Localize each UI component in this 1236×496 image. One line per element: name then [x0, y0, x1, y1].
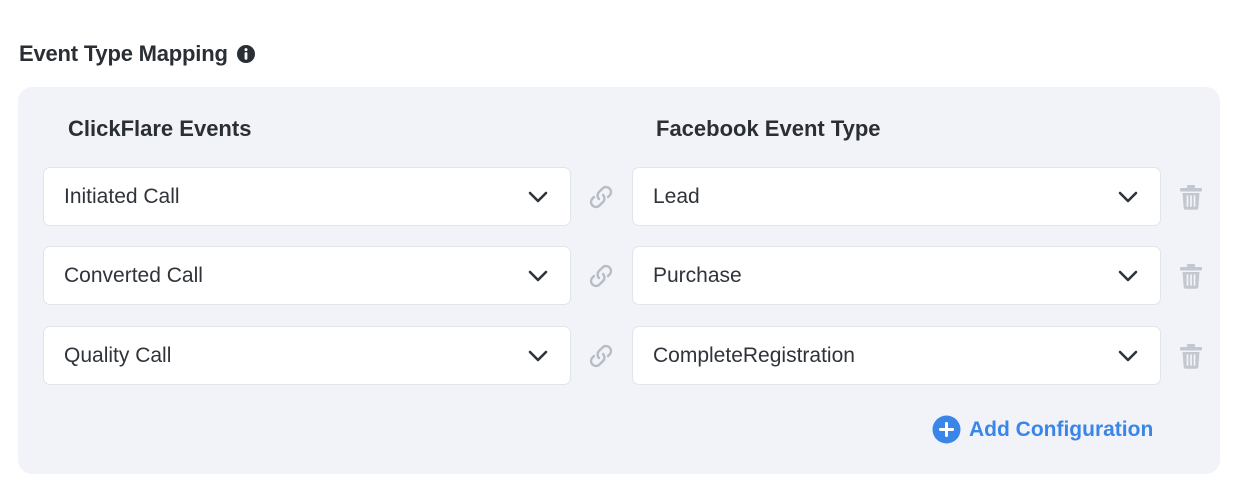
column-header-clickflare: ClickFlare Events: [68, 116, 252, 141]
clickflare-event-select-2[interactable]: Converted Call: [43, 246, 571, 305]
select-value: Converted Call: [64, 263, 203, 287]
select-value: Quality Call: [64, 343, 172, 367]
chevron-down-icon: [528, 270, 548, 281]
link-icon: [589, 344, 613, 368]
link-icon: [589, 264, 613, 288]
select-value: CompleteRegistration: [653, 343, 855, 367]
chevron-down-icon: [1118, 191, 1138, 202]
plus-circle-icon: [932, 415, 961, 444]
trash-icon[interactable]: [1176, 261, 1206, 291]
info-icon[interactable]: [236, 44, 256, 64]
select-value: Initiated Call: [64, 184, 180, 208]
clickflare-event-select-3[interactable]: Quality Call: [43, 326, 571, 385]
select-value: Lead: [653, 184, 700, 208]
add-configuration-label: Add Configuration: [969, 417, 1154, 441]
link-icon: [589, 185, 613, 209]
chevron-down-icon: [1118, 270, 1138, 281]
section-title-text: Event Type Mapping: [19, 41, 228, 66]
facebook-event-select-3[interactable]: CompleteRegistration: [632, 326, 1161, 385]
chevron-down-icon: [528, 350, 548, 361]
select-value: Purchase: [653, 263, 742, 287]
trash-icon[interactable]: [1176, 341, 1206, 371]
column-header-facebook: Facebook Event Type: [656, 116, 881, 141]
chevron-down-icon: [1118, 350, 1138, 361]
facebook-event-select-1[interactable]: Lead: [632, 167, 1161, 226]
trash-icon[interactable]: [1176, 182, 1206, 212]
chevron-down-icon: [528, 191, 548, 202]
add-configuration-button[interactable]: Add Configuration: [932, 415, 1153, 444]
section-title: Event Type Mapping: [19, 41, 256, 67]
facebook-event-select-2[interactable]: Purchase: [632, 246, 1161, 305]
clickflare-event-select-1[interactable]: Initiated Call: [43, 167, 571, 226]
